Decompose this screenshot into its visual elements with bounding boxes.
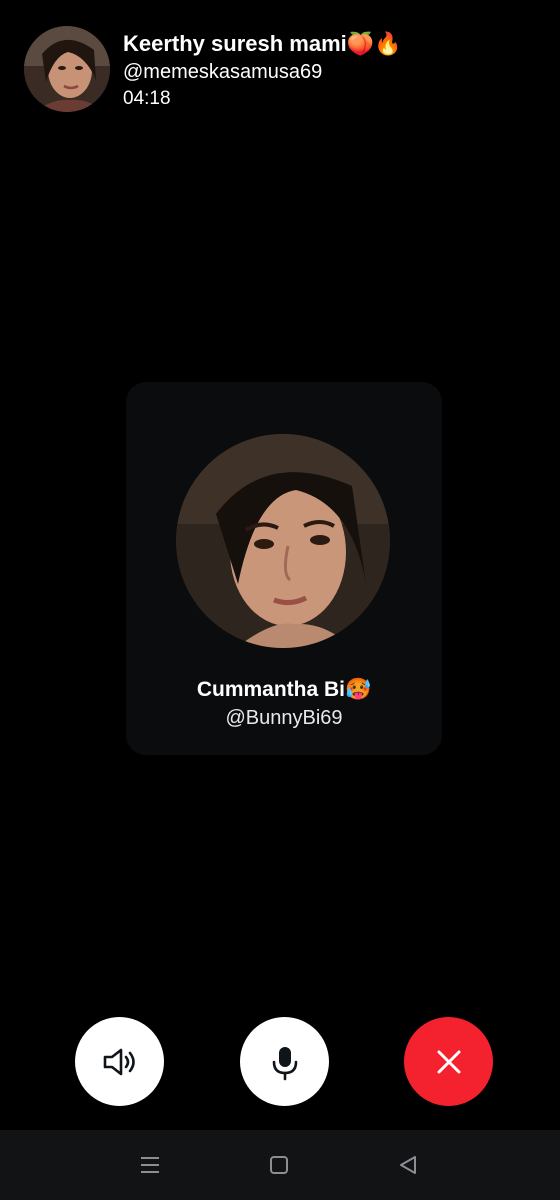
home-square-icon [270,1156,288,1174]
nav-home-button[interactable] [266,1152,292,1178]
close-icon [437,1050,460,1073]
host-avatar[interactable] [24,26,110,112]
participant-card[interactable]: Cummantha Bi🥵 @BunnyBi69 [126,382,442,755]
caller-handle: @memeskasamusa69 [123,61,323,83]
microphone-button[interactable] [240,1017,329,1106]
call-timer: 04:18 [123,88,171,109]
end-call-button[interactable] [404,1017,493,1106]
call-header: Keerthy suresh mami🍑🔥 @memeskasamusa69 0… [24,26,402,112]
call-controls [0,1017,560,1106]
microphone-icon [272,1046,297,1080]
speaker-icon [103,1048,135,1075]
caller-name: Keerthy suresh mami🍑🔥 [123,31,402,56]
participant-name: Cummantha Bi🥵 [196,678,372,701]
menu-icon [141,1157,159,1173]
speaker-button[interactable] [75,1017,164,1106]
back-triangle-icon [400,1156,416,1174]
participant-avatar-image [176,434,390,648]
nav-back-button[interactable] [395,1152,421,1178]
nav-menu-button[interactable] [137,1152,163,1178]
system-nav-bar [0,1130,560,1200]
participant-handle: @BunnyBi69 [225,707,343,729]
participant-avatar[interactable] [176,434,390,648]
host-avatar-image [24,26,110,112]
caller-info: Keerthy suresh mami🍑🔥 @memeskasamusa69 0… [123,30,402,112]
